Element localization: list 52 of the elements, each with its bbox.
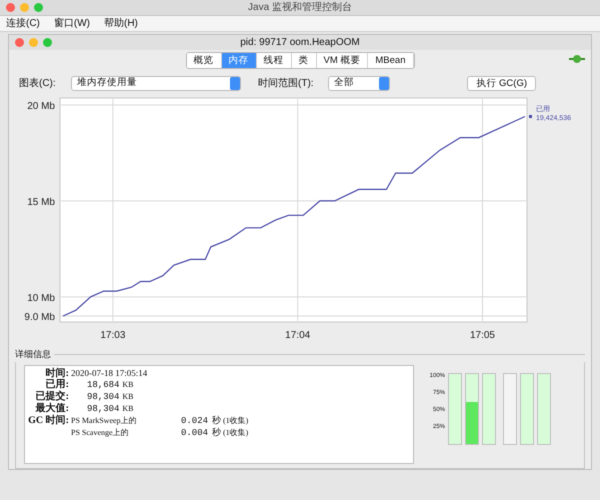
close-icon[interactable] <box>15 38 24 47</box>
x-axis-label: 17:04 <box>285 330 310 341</box>
chart-select[interactable]: 堆内存使用量 <box>71 76 241 90</box>
detail-value: 98,304 <box>86 392 120 402</box>
menu-item[interactable]: 帮助(H) <box>104 16 138 31</box>
range-select[interactable]: 全部 <box>328 76 390 90</box>
detail-unit: KB <box>121 378 134 390</box>
chart-label: 图表(C): <box>19 76 57 90</box>
y-axis-label: 10 Mb <box>27 292 55 304</box>
plug-icon <box>569 54 585 64</box>
x-axis-label: 17:03 <box>100 330 126 341</box>
detail-value: 98,304 <box>86 404 120 414</box>
close-icon[interactable] <box>6 3 15 12</box>
minimize-icon[interactable] <box>29 38 38 47</box>
gc-time: 0.004 <box>180 428 208 438</box>
window-title: Java 监视和管理控制台 <box>247 0 353 15</box>
gc-count: (1收集) <box>222 426 248 438</box>
detail-unit: KB <box>121 390 134 402</box>
meter-bar <box>537 372 551 444</box>
detail-label: 最大值: <box>34 402 69 414</box>
gc-name: PS Scavenge上的 <box>71 426 130 438</box>
gc-count: (1收集) <box>222 414 248 426</box>
detail-value: 18,684 <box>86 380 120 390</box>
meter-bar <box>482 372 496 444</box>
maximize-icon[interactable] <box>34 3 43 12</box>
detail-label: 已用: <box>44 378 69 390</box>
detail-label: 时间: <box>44 368 69 378</box>
section-title: 详细信息 <box>15 348 52 361</box>
detail-label: GC 时间: <box>28 414 69 426</box>
detail-unit: KB <box>121 402 134 414</box>
meter-bar <box>448 372 462 444</box>
tab[interactable]: 概览 <box>186 52 222 68</box>
y-axis-label: 20 Mb <box>27 101 55 112</box>
detail-label: 已提交: <box>34 390 69 402</box>
y-axis-label: 9.0 Mb <box>24 312 55 323</box>
gc-unit: 秒 <box>211 414 222 426</box>
maximize-icon[interactable] <box>43 38 52 47</box>
meter-bar <box>520 372 534 444</box>
gc-time: 0.024 <box>180 416 208 426</box>
gc-name: PS MarkSweep上的 <box>71 414 138 426</box>
minimize-icon[interactable] <box>20 3 29 12</box>
detail-value: 2020-07-18 17:05:14 <box>70 368 148 378</box>
gc-unit: 秒 <box>211 426 222 438</box>
menu-item[interactable]: 连接(C) <box>6 16 40 31</box>
meter-bar <box>503 372 517 444</box>
y-axis-label: 15 Mb <box>27 196 55 208</box>
range-label: 时间范围(T): <box>258 76 315 90</box>
inner-window-title: pid: 99717 oom.HeapOOM <box>239 36 361 50</box>
x-axis-label: 17:05 <box>470 330 495 341</box>
legend-marker-icon <box>529 115 532 118</box>
menu-item[interactable]: 窗口(W) <box>54 16 90 31</box>
gc-button[interactable]: 执行 GC(G) <box>467 76 536 90</box>
